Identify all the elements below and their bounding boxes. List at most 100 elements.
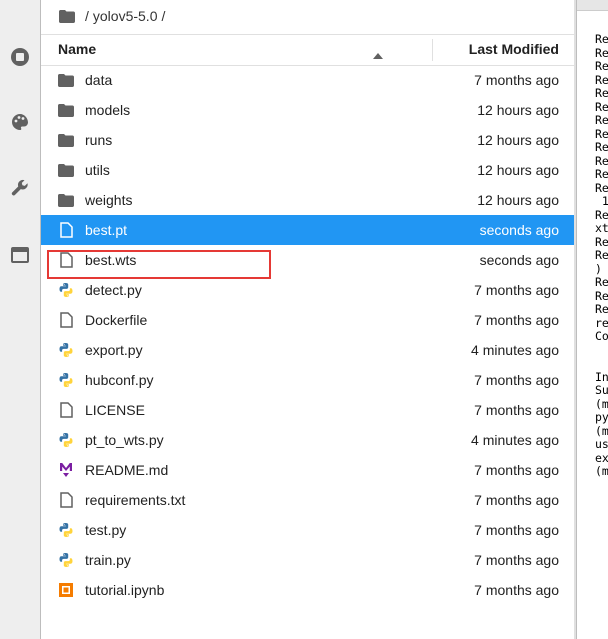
file-row[interactable]: test.py 7 months ago [41,515,574,545]
terminal-line: Co [595,329,608,343]
file-row[interactable]: utils 12 hours ago [41,155,574,185]
file-row[interactable]: models 12 hours ago [41,95,574,125]
terminal-line: Re [595,113,608,127]
name-column-header[interactable]: Name [58,41,96,57]
file-row[interactable]: weights 12 hours ago [41,185,574,215]
file-row[interactable]: hubconf.py 7 months ago [41,365,574,395]
terminal-line: Re [595,59,608,73]
file-name: test.py [85,522,127,538]
terminal-line: Re [595,72,608,87]
file-name: weights [85,192,133,208]
file-name: export.py [85,342,143,358]
terminal-line: ex [595,450,608,465]
file-modified: 7 months ago [474,462,559,478]
file-row[interactable]: runs 12 hours ago [41,125,574,155]
terminal-line: Re [595,32,608,46]
file-row[interactable]: README.md 7 months ago [41,455,574,485]
folder-icon [57,162,75,178]
python-icon [57,372,75,388]
terminal-panel[interactable]: Re Re Re Re Re Re Re Re Re Re Re Re 1 Re xt Re Re) Re Re R… [576,0,608,639]
file-name: best.pt [85,222,128,238]
terminal-line: (m [595,396,608,411]
tabs-icon[interactable] [7,242,33,268]
folder-icon [57,132,75,148]
file-row[interactable]: data 7 months ago [41,65,574,95]
notebook-icon [57,582,75,598]
file-name: pt_to_wts.py [85,432,164,448]
breadcrumb-folder[interactable]: yolov5-5.0 [93,8,158,24]
terminal-line: Re [595,248,608,262]
file-name: data [85,72,113,88]
file-row[interactable]: tutorial.ipynb 7 months ago [41,575,574,605]
column-divider[interactable] [432,39,433,61]
terminal-line: py [595,410,608,424]
python-icon [57,282,75,298]
palette-icon[interactable] [7,109,33,135]
terminal-line: Re [595,99,608,114]
file-modified: 7 months ago [474,552,559,568]
file-modified: 7 months ago [474,282,559,298]
file-modified: 7 months ago [474,492,559,508]
terminal-line: Re [595,234,608,249]
terminal-line: Re [595,167,608,181]
terminal-line: 1 [595,194,608,208]
terminal-line: Re [595,86,608,100]
file-browser: / yolov5-5.0 / Name Last Modified data 7 … [41,0,574,639]
file-modified: 12 hours ago [477,102,559,118]
terminal-line: Re [595,140,608,154]
file-name: tutorial.ipynb [85,582,165,598]
folder-icon [57,192,75,208]
file-icon [57,312,75,328]
terminal-tab-bar [577,0,608,11]
file-row[interactable]: export.py 4 minutes ago [41,335,574,365]
terminal-line: Re [595,207,608,222]
file-name: runs [85,132,113,148]
file-name: hubconf.py [85,372,154,388]
terminal-line: (m [595,423,608,438]
file-row[interactable]: best.wts seconds ago [41,245,574,275]
folder-icon[interactable] [59,9,75,23]
terminal-line: Re [595,275,608,289]
running-sessions-icon[interactable] [7,44,33,70]
file-modified: 12 hours ago [477,132,559,148]
file-modified: 7 months ago [474,402,559,418]
breadcrumb-separator: / [85,8,89,24]
file-row[interactable]: best.pt seconds ago [41,215,574,245]
file-row[interactable]: train.py 7 months ago [41,545,574,575]
python-icon [57,522,75,538]
terminal-line: Re [595,180,608,195]
breadcrumb: / yolov5-5.0 / [59,6,169,26]
file-icon [57,492,75,508]
file-modified: 7 months ago [474,312,559,328]
file-row[interactable]: pt_to_wts.py 4 minutes ago [41,425,574,455]
file-modified: seconds ago [479,252,559,268]
file-list-header: Name Last Modified [41,34,574,66]
activity-bar [0,0,41,639]
folder-icon [57,102,75,118]
file-name: README.md [85,462,169,478]
file-name: Dockerfile [85,312,148,328]
terminal-line: re [595,315,608,330]
file-name: LICENSE [85,402,145,418]
file-name: utils [85,162,110,178]
sort-ascending-icon[interactable] [373,46,383,62]
python-icon [57,342,75,358]
last-modified-column-header[interactable]: Last Modified [469,41,559,57]
file-row[interactable]: LICENSE 7 months ago [41,395,574,425]
file-modified: 4 minutes ago [471,432,559,448]
terminal-line: Re [595,126,608,141]
file-row[interactable]: Dockerfile 7 months ago [41,305,574,335]
terminal-line: (m [595,464,608,478]
file-modified: seconds ago [479,222,559,238]
terminal-line: Re [595,153,608,168]
file-row[interactable]: detect.py 7 months ago [41,275,574,305]
file-row[interactable]: requirements.txt 7 months ago [41,485,574,515]
terminal-line: Re [595,288,608,303]
terminal-line: In [595,369,608,384]
folder-icon [57,72,75,88]
file-modified: 12 hours ago [477,162,559,178]
python-icon [57,432,75,448]
wrench-icon[interactable] [7,175,33,201]
